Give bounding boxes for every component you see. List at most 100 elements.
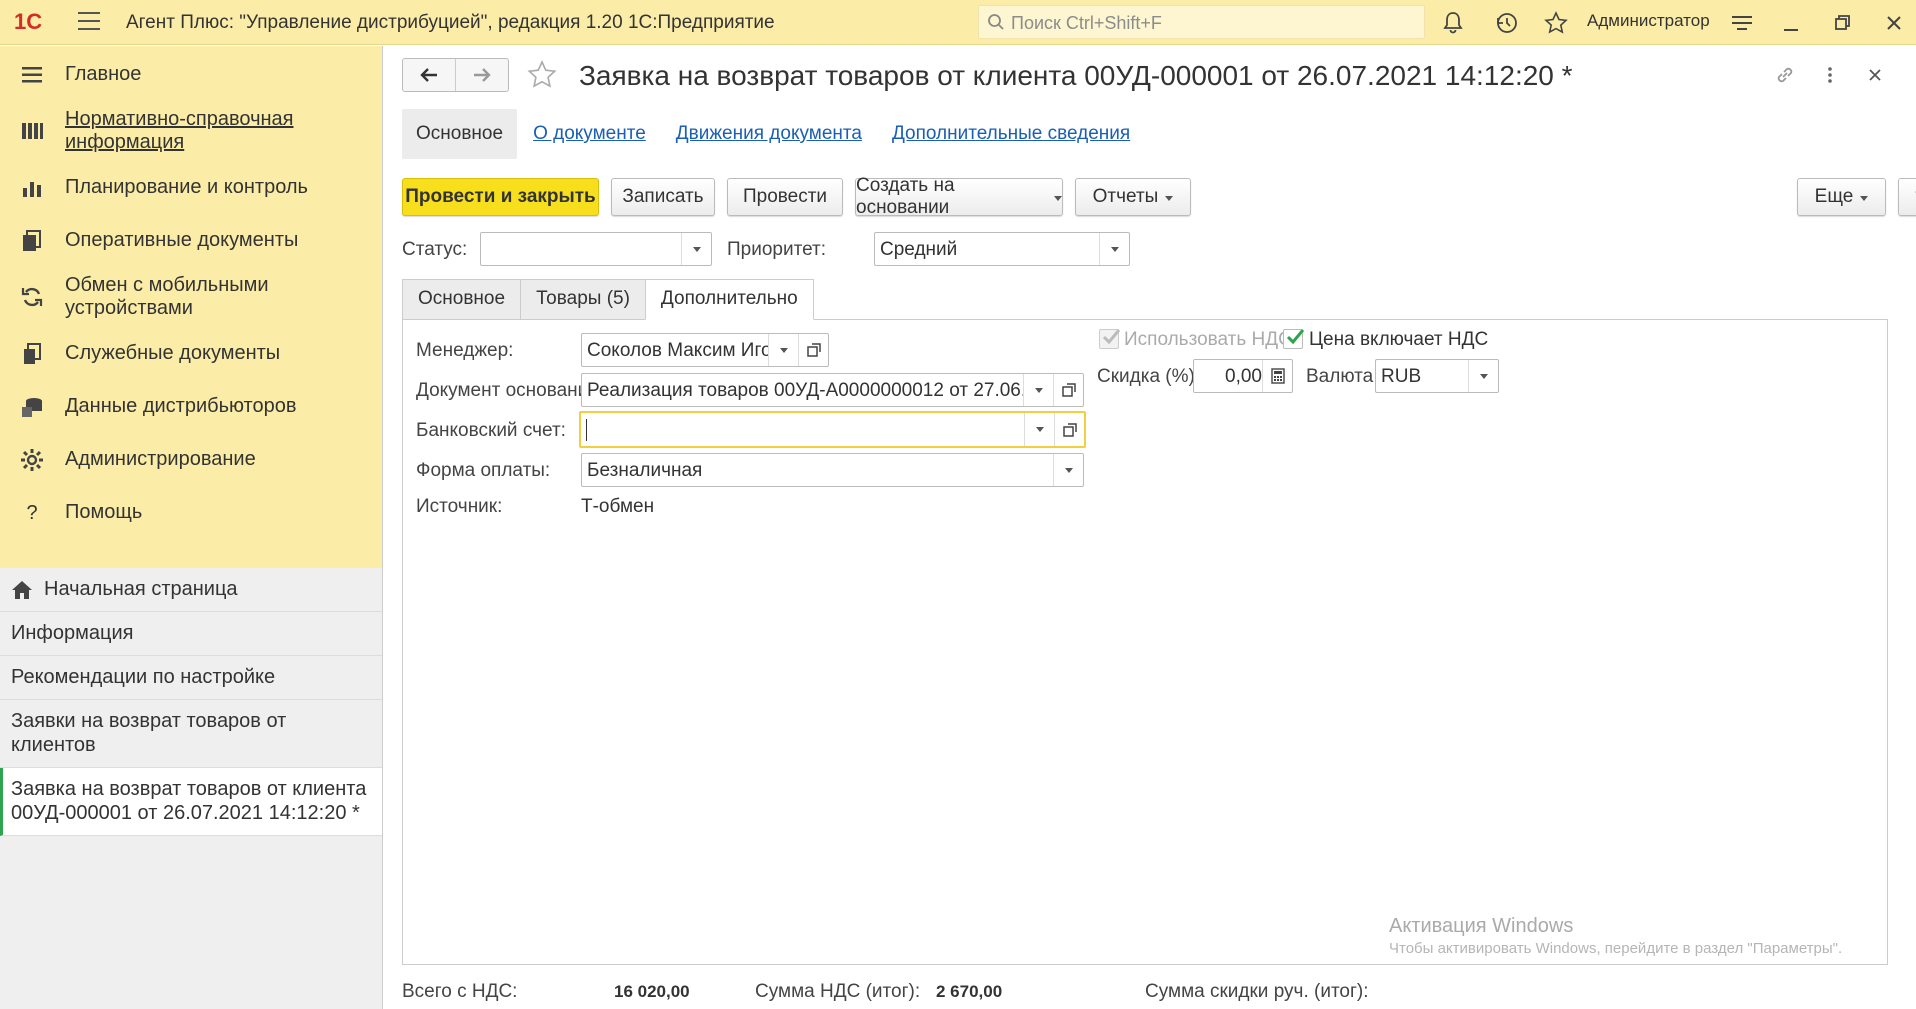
app-title: Агент Плюс: "Управление дистрибуцией", р… [126,12,775,33]
settings-icon[interactable] [1729,10,1755,36]
close-form-icon[interactable] [1864,64,1886,86]
payment-form-label: Форма оплаты: [416,460,551,481]
sidebar-item-service-docs[interactable]: Служебные документы [0,327,382,380]
sync-icon [21,287,43,307]
inner-tabs: Основное Товары (5) Дополнительно [402,279,814,320]
sections-menu: Главное Нормативно-справочная информация… [0,46,382,568]
price-includes-vat-label: Цена включает НДС [1309,329,1489,350]
help-button[interactable]: ? [1898,178,1916,216]
tab-about-document[interactable]: О документе [519,109,660,159]
dropdown-arrow-icon[interactable] [1023,374,1053,406]
document-form: Заявка на возврат товаров от клиента 00У… [384,46,1916,1009]
text-cursor [586,419,587,441]
sidebar-item-main[interactable]: Главное [0,48,382,101]
sidebar-item-distributors[interactable]: Данные дистрибьюторов [0,380,382,433]
base-document-label: Документ основание: [416,380,605,401]
back-button[interactable] [403,59,456,91]
search-input[interactable]: Поиск Ctrl+Shift+F [978,5,1425,39]
chevron-down-icon [1054,195,1062,201]
gear-icon [21,448,43,471]
title-bar: 1С Агент Плюс: "Управление дистрибуцией"… [0,0,1916,45]
distributors-icon [22,397,42,417]
search-icon [988,14,1004,30]
dropdown-arrow-icon[interactable] [1099,233,1129,265]
home-icon [12,581,32,599]
use-vat-label: Использовать НДС [1124,329,1292,350]
manager-field[interactable]: Соколов Максим Игоревич [581,333,829,367]
documents-icon [23,229,41,251]
bell-icon[interactable] [1440,10,1466,36]
arrow-right-icon [474,68,491,82]
nav-information[interactable]: Информация [0,612,382,656]
currency-select[interactable]: RUB [1375,359,1499,393]
tab-additional-info[interactable]: Дополнительные сведения [878,109,1144,159]
forward-button[interactable] [456,59,508,91]
help-icon: ? [26,501,38,524]
form-sections-tabs: Основное О документе Движения документа … [402,109,1146,159]
discount-field[interactable]: 0,00 [1193,359,1293,393]
catalog-icon [22,123,43,139]
tab-document-movements[interactable]: Движения документа [662,109,876,159]
sidebar: Главное Нормативно-справочная информация… [0,46,383,1009]
use-vat-checkbox[interactable] [1099,329,1121,349]
dropdown-arrow-icon[interactable] [1053,454,1083,486]
bank-account-label: Банковский счет: [416,420,566,441]
history-icon[interactable] [1494,10,1520,36]
more-vertical-icon[interactable] [1819,64,1841,86]
page-title: Заявка на возврат товаров от клиента 00У… [579,60,1573,91]
link-icon[interactable] [1774,64,1796,86]
reports-button[interactable]: Отчеты [1075,178,1191,216]
dropdown-arrow-icon[interactable] [1024,413,1054,446]
calculator-icon[interactable] [1262,360,1292,392]
vat-total-label: Сумма НДС (итог): [755,981,921,1002]
post-and-close-button[interactable]: Провести и закрыть [402,178,599,216]
open-icon[interactable] [1054,413,1084,446]
status-label: Статус: [402,239,468,260]
dropdown-arrow-icon[interactable] [1468,360,1498,392]
minimize-icon[interactable] [1778,10,1804,36]
open-icon[interactable] [1053,374,1083,406]
checkmark-icon [1102,329,1121,345]
base-document-field[interactable]: Реализация товаров 00УД-А0000000012 от 2… [581,373,1084,407]
nav-home-page[interactable]: Начальная страница [0,568,382,612]
total-with-vat-value: 16 020,00 [614,982,690,1001]
price-includes-vat-checkbox[interactable] [1283,329,1305,349]
arrow-left-icon [420,68,437,82]
user-name[interactable]: Администратор [1587,11,1710,31]
status-select[interactable] [480,232,712,266]
dropdown-arrow-icon[interactable] [768,334,798,366]
checkmark-icon [1286,329,1305,345]
save-button[interactable]: Записать [611,178,715,216]
sidebar-item-mobile-exchange[interactable]: Обмен с мобильными устройствами [0,267,382,327]
tab-basic[interactable]: Основное [402,279,522,319]
tab-additional[interactable]: Дополнительно [644,279,814,320]
payment-form-select[interactable]: Безналичная [581,453,1084,487]
sidebar-item-help[interactable]: ? Помощь [0,486,382,539]
sidebar-item-reference-info[interactable]: Нормативно-справочная информация [0,101,382,161]
nav-return-requests-list[interactable]: Заявки на возврат товаров от клиентов [0,700,382,768]
priority-select[interactable]: Средний [874,232,1130,266]
tab-goods[interactable]: Товары (5) [520,279,646,319]
open-icon[interactable] [798,334,828,366]
discount-label: Скидка (%): [1097,366,1201,387]
chevron-down-icon [1860,195,1869,201]
nav-current-document[interactable]: Заявка на возврат товаров от клиента 00У… [0,768,382,836]
tab-main[interactable]: Основное [402,109,518,159]
service-docs-icon [24,342,41,364]
star-icon[interactable] [1543,10,1569,36]
history-nav [402,58,509,92]
sidebar-item-planning[interactable]: Планирование и контроль [0,161,382,214]
post-button[interactable]: Провести [727,178,843,216]
nav-setup-recommendations[interactable]: Рекомендации по настройке [0,656,382,700]
create-based-on-button[interactable]: Создать на основании [855,175,1063,218]
sidebar-item-operational-docs[interactable]: Оперативные документы [0,214,382,267]
more-button[interactable]: Еще [1797,178,1886,216]
restore-icon[interactable] [1830,10,1856,36]
sidebar-item-admin[interactable]: Администрирование [0,433,382,486]
manual-discount-total-label: Сумма скидки руч. (итог): [1145,981,1369,1002]
hamburger-menu-icon[interactable] [78,12,100,32]
dropdown-arrow-icon[interactable] [681,233,711,265]
close-icon[interactable] [1881,10,1907,36]
favorite-star-icon[interactable] [527,60,557,90]
bank-account-field[interactable] [579,411,1086,448]
